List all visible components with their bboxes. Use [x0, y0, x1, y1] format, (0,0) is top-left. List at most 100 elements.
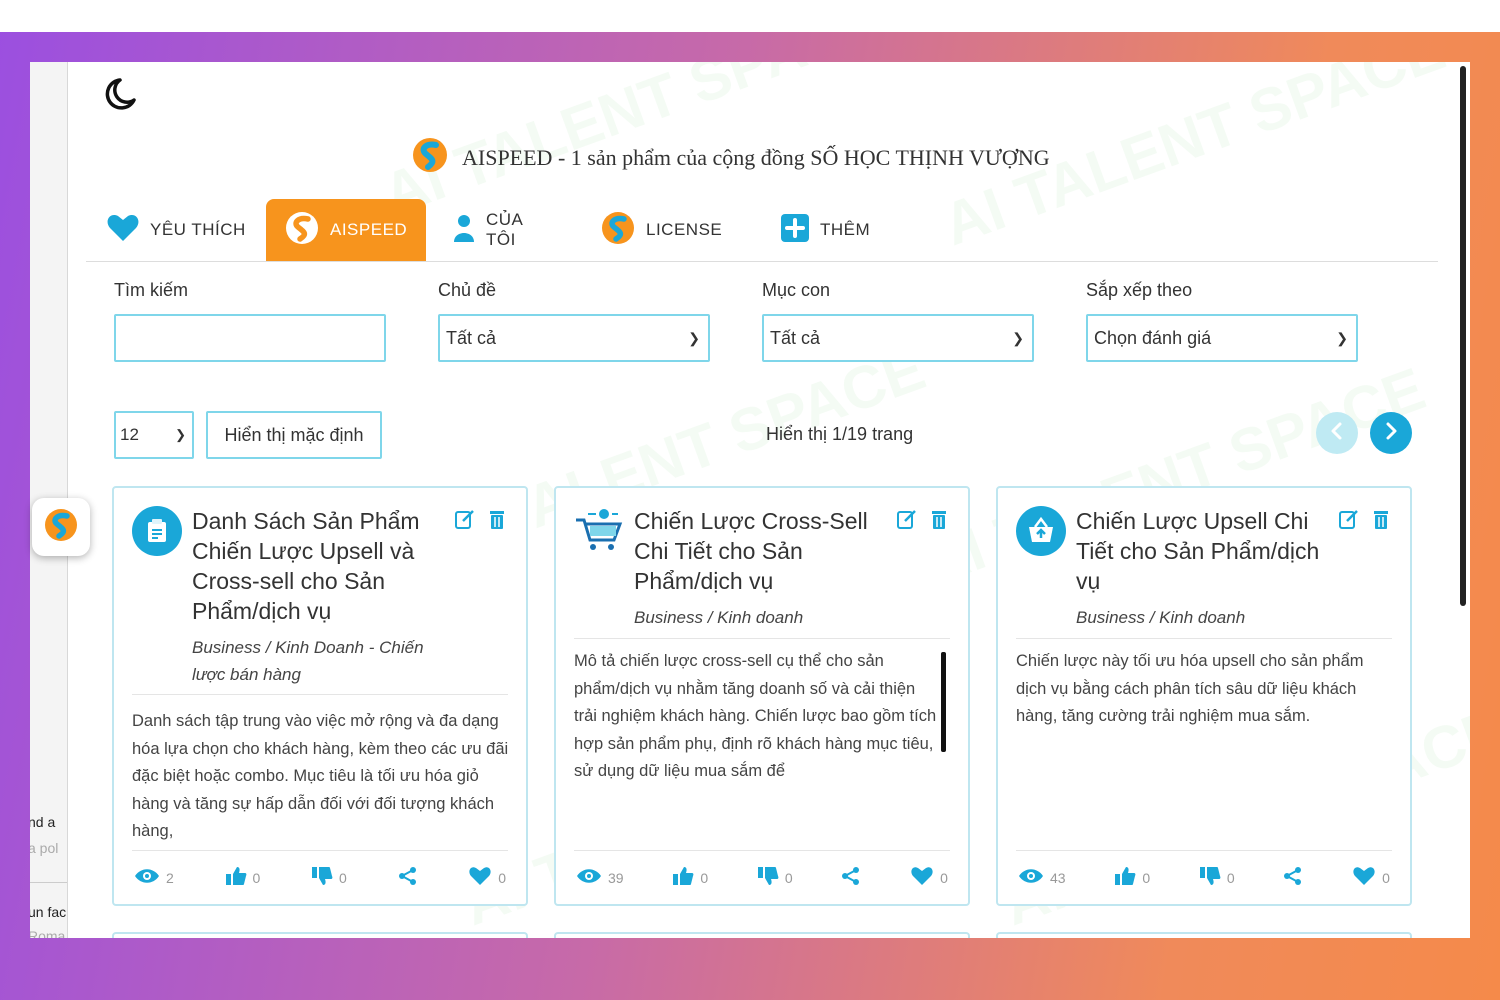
- sort-label: Sắp xếp theo: [1086, 280, 1193, 300]
- tab-mine[interactable]: CỦA TÔI: [426, 199, 576, 261]
- prompt-card[interactable]: [996, 932, 1412, 938]
- dislikes-count: 0: [784, 869, 793, 886]
- moon-icon[interactable]: [98, 74, 138, 114]
- share-icon: [398, 866, 418, 889]
- subtopic-select-value: Tất cả: [770, 327, 821, 348]
- card-category: Business / Kinh doanh: [634, 608, 804, 627]
- trash-icon[interactable]: [930, 508, 948, 535]
- floating-aispeed-button[interactable]: [32, 498, 90, 556]
- chevron-down-icon: ❯: [688, 330, 700, 346]
- favorite-button[interactable]: 0: [1352, 866, 1390, 889]
- card-title[interactable]: Chiến Lược Upsell Chi Tiết cho Sản Phẩm/…: [1076, 506, 1326, 596]
- prompt-card[interactable]: Danh Sách Sản Phẩm Chiến Lược Upsell và …: [112, 486, 528, 906]
- share-button[interactable]: [841, 866, 861, 889]
- search-label: Tìm kiếm: [114, 280, 188, 300]
- search-input[interactable]: [114, 314, 386, 362]
- background-text: Roma: [30, 928, 66, 938]
- likes-count: 0: [252, 869, 261, 886]
- favorite-button[interactable]: 0: [468, 866, 506, 889]
- tab-bar: YÊU THÍCH AISPEED CỦA TÔI LICENSE THÊM: [86, 199, 1438, 262]
- previous-page-button[interactable]: [1316, 412, 1358, 454]
- card-title[interactable]: Danh Sách Sản Phẩm Chiến Lược Upsell và …: [192, 506, 442, 626]
- heart-icon: [106, 213, 140, 248]
- tab-favorites[interactable]: YÊU THÍCH: [86, 199, 266, 261]
- tab-label: LICENSE: [646, 220, 723, 239]
- chevron-left-icon: [1329, 421, 1345, 446]
- background-text: a pol: [30, 840, 59, 856]
- card-stats: 39 0 0 0: [574, 850, 950, 904]
- chevron-down-icon: ❯: [1012, 330, 1024, 346]
- edit-icon[interactable]: [896, 508, 918, 535]
- card-stats: 43 0 0 0: [1016, 850, 1392, 904]
- per-page-select[interactable]: 12 ❯: [114, 411, 194, 459]
- chevron-right-icon: [1383, 421, 1399, 446]
- prompt-card[interactable]: [554, 932, 970, 938]
- card-description: Mô tả chiến lược cross-sell cụ thể cho s…: [574, 652, 937, 780]
- eye-icon: [134, 868, 160, 887]
- display-default-button[interactable]: Hiển thị mặc định: [206, 411, 382, 459]
- card-description: Chiến lược này tối ưu hóa upsell cho sản…: [1016, 652, 1364, 725]
- dislikes-count: 0: [339, 869, 347, 886]
- description-scrollbar[interactable]: [941, 652, 946, 752]
- views-stat: 43: [1018, 868, 1066, 887]
- tab-more[interactable]: THÊM: [756, 199, 896, 261]
- topic-select[interactable]: Tất cả ❯: [438, 314, 710, 362]
- thumbs-up-icon: [225, 866, 247, 889]
- views-count: 43: [1050, 869, 1066, 886]
- like-button[interactable]: 0: [225, 866, 261, 889]
- like-button[interactable]: 0: [1114, 866, 1150, 889]
- thumbs-down-icon: [1199, 866, 1221, 889]
- favorite-button[interactable]: 0: [910, 866, 948, 889]
- thumbs-down-icon: [311, 866, 333, 889]
- prompt-card[interactable]: [112, 932, 528, 938]
- thumbs-up-icon: [1114, 866, 1136, 889]
- edit-icon[interactable]: [454, 508, 476, 535]
- heart-icon: [468, 866, 492, 889]
- views-stat: 2: [134, 868, 174, 887]
- aispeed-logo-icon: [600, 210, 636, 251]
- thumbs-up-icon: [672, 866, 694, 889]
- share-button[interactable]: [1283, 866, 1303, 889]
- thumbs-down-icon: [757, 866, 779, 889]
- chevron-down-icon: ❯: [1336, 330, 1348, 346]
- card-actions: [896, 508, 948, 535]
- background-text: nd a: [30, 814, 56, 830]
- eye-icon: [576, 868, 602, 887]
- app-window: AI TALENT SPACE AI TALENT SPACE AI TALEN…: [30, 62, 1470, 938]
- sort-select[interactable]: Chọn đánh giá ❯: [1086, 314, 1358, 362]
- per-page-value: 12: [120, 425, 139, 444]
- card-title[interactable]: Chiến Lược Cross-Sell Chi Tiết cho Sản P…: [634, 506, 884, 596]
- prompt-card[interactable]: Chiến Lược Cross-Sell Chi Tiết cho Sản P…: [554, 486, 970, 906]
- favorites-count: 0: [940, 869, 948, 886]
- dislike-button[interactable]: 0: [311, 866, 347, 889]
- user-icon: [452, 213, 476, 248]
- prompt-card[interactable]: Chiến Lược Upsell Chi Tiết cho Sản Phẩm/…: [996, 486, 1412, 906]
- sort-select-value: Chọn đánh giá: [1094, 327, 1212, 348]
- likes-count: 0: [1142, 869, 1151, 886]
- subtopic-select[interactable]: Tất cả ❯: [762, 314, 1034, 362]
- background-text: un fac: [30, 904, 67, 920]
- dislikes-count: 0: [1226, 869, 1235, 886]
- subtopic-label: Mục con: [762, 280, 831, 300]
- views-stat: 39: [576, 868, 624, 887]
- dislike-button[interactable]: 0: [1199, 866, 1235, 889]
- card-description: Danh sách tập trung vào việc mở rộng và …: [132, 712, 509, 840]
- brand-header: AISPEED - 1 sản phẩm của cộng đồng SỐ HỌ…: [410, 136, 1050, 180]
- page-info: Hiển thị 1/19 trang: [766, 424, 914, 444]
- tab-license[interactable]: LICENSE: [576, 199, 756, 261]
- favorites-count: 0: [498, 869, 506, 886]
- like-button[interactable]: 0: [672, 866, 708, 889]
- share-button[interactable]: [398, 866, 418, 889]
- divider: [1016, 638, 1392, 639]
- tab-aispeed[interactable]: AISPEED: [266, 199, 426, 261]
- views-count: 39: [608, 869, 624, 886]
- next-page-button[interactable]: [1370, 412, 1412, 454]
- page-scrollbar[interactable]: [1460, 66, 1466, 606]
- top-border: [0, 0, 1500, 32]
- aispeed-logo-icon: [43, 507, 79, 548]
- trash-icon[interactable]: [488, 508, 506, 535]
- dislike-button[interactable]: 0: [757, 866, 793, 889]
- trash-icon[interactable]: [1372, 508, 1390, 535]
- card-category: Business / Kinh Doanh - Chiến lược bán h…: [192, 638, 424, 684]
- edit-icon[interactable]: [1338, 508, 1360, 535]
